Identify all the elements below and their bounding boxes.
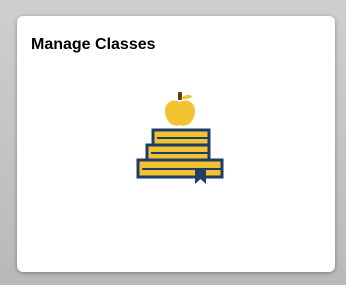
- apple-icon: [165, 92, 195, 126]
- top-book-icon: [151, 128, 211, 147]
- middle-book-icon: [145, 143, 211, 162]
- outer-frame: Manage Classes: [0, 0, 346, 285]
- tile-title: Manage Classes: [31, 36, 156, 53]
- bottom-book-icon: [136, 158, 224, 179]
- apple-on-books-icon: [135, 92, 225, 188]
- bookmark-icon: [195, 168, 206, 184]
- manage-classes-tile[interactable]: Manage Classes: [17, 16, 335, 272]
